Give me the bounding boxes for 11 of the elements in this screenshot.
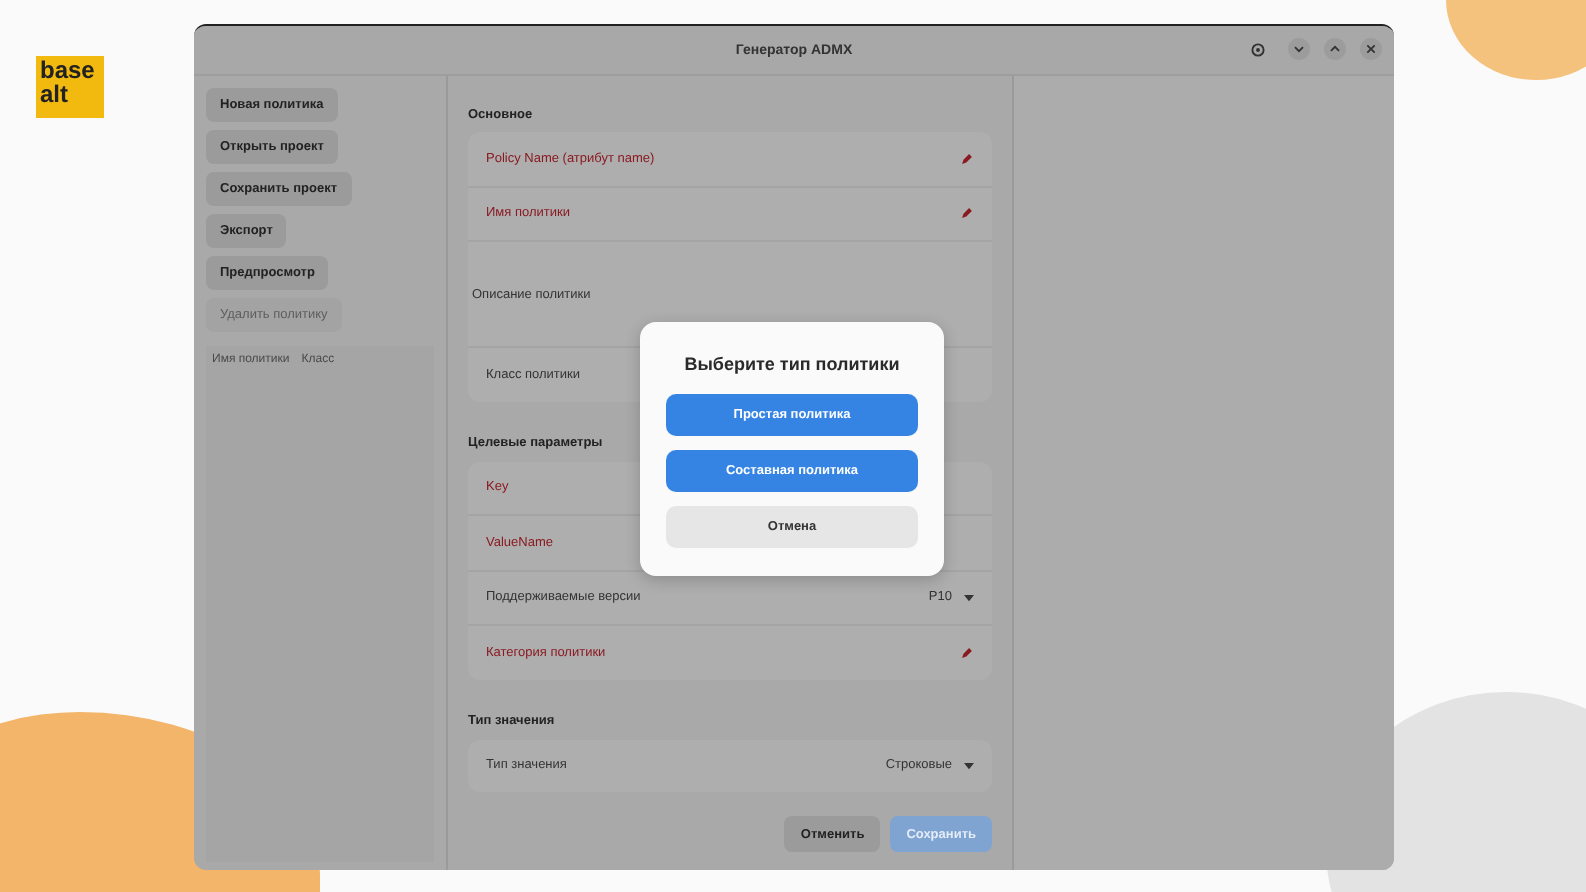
maximize-icon[interactable]: [1324, 38, 1346, 60]
menu-icon[interactable]: [1250, 41, 1266, 57]
dialog-title: Выберите тип политики: [684, 354, 900, 374]
pencil-icon[interactable]: [960, 206, 974, 221]
caret-icon: [964, 761, 974, 770]
pencil-icon[interactable]: [960, 645, 974, 660]
caret-icon: [964, 593, 974, 602]
minimize-icon[interactable]: [1288, 38, 1310, 60]
logo: base alt: [36, 56, 104, 118]
close-icon[interactable]: [1360, 38, 1382, 60]
pencil-icon[interactable]: [960, 151, 974, 166]
